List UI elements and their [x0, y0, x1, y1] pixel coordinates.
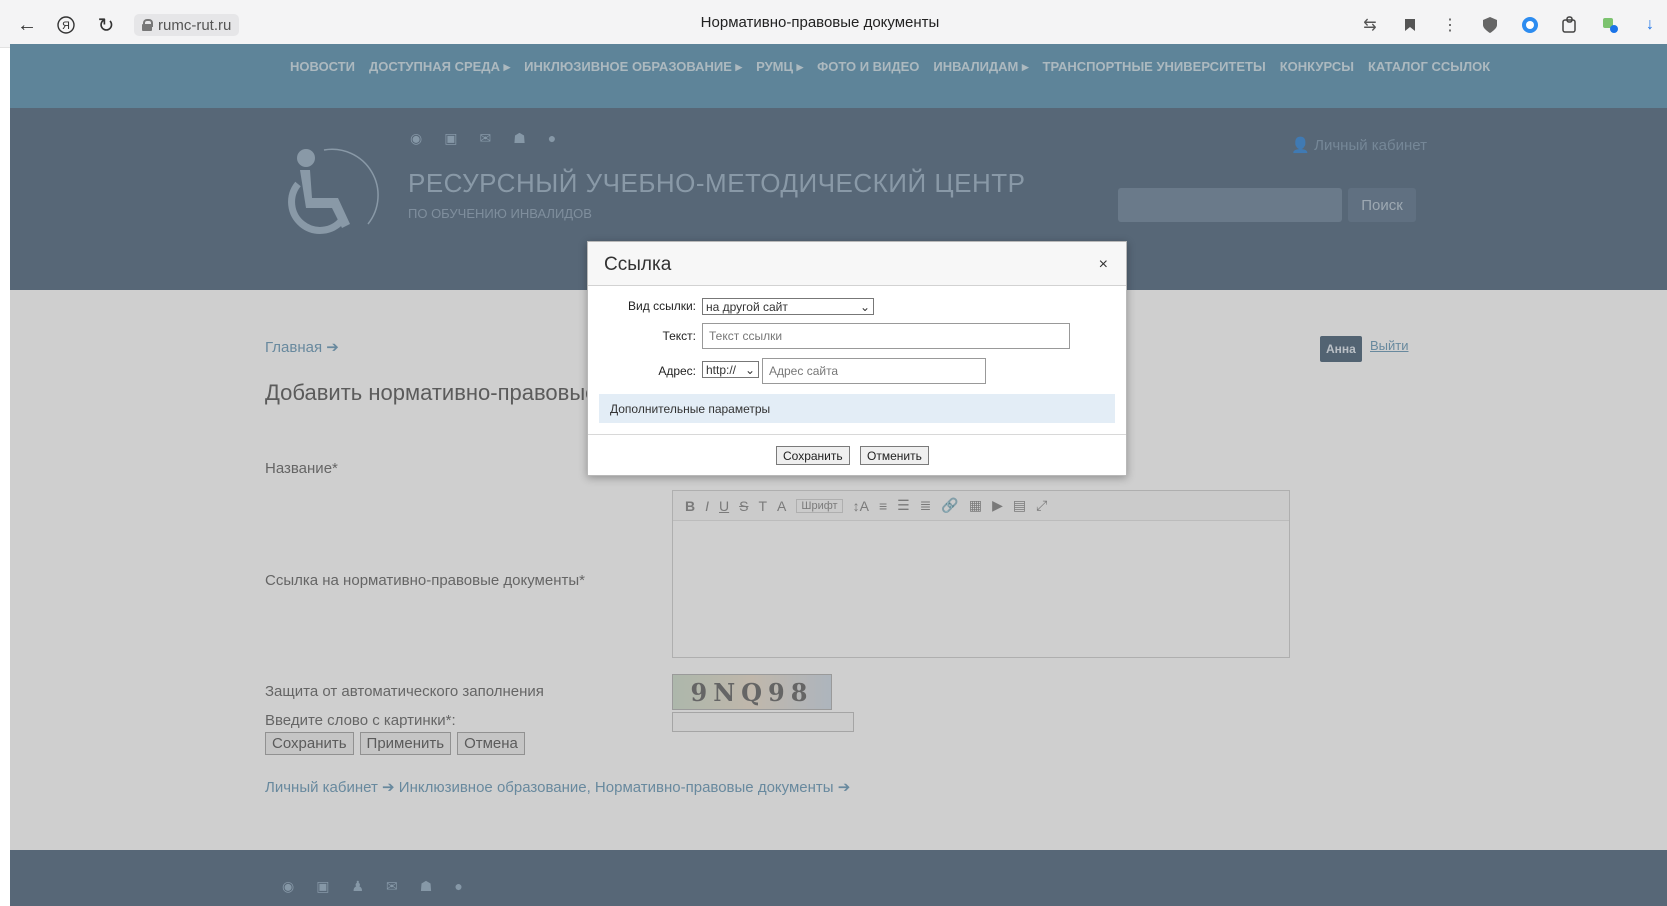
download-icon[interactable]: ↓ [1639, 14, 1661, 36]
shield-extension-icon[interactable] [1479, 14, 1501, 36]
dialog-title: Ссылка [604, 254, 672, 275]
lock-icon [142, 19, 153, 31]
protocol-select[interactable]: http:// ⌄ [702, 361, 759, 378]
svg-text:Я: Я [62, 20, 70, 32]
more-menu-icon[interactable]: ⋮ [1439, 14, 1461, 36]
address-label: Адрес: [658, 364, 696, 378]
address-input[interactable]: Адрес сайта [762, 358, 986, 384]
chevron-down-icon: ⌄ [744, 362, 755, 377]
reload-icon[interactable]: ↻ [93, 12, 119, 38]
extensions-puzzle-icon[interactable] [1559, 14, 1581, 36]
dialog-cancel-button[interactable]: Отменить [860, 446, 929, 465]
address-bar[interactable]: rumc-rut.ru [134, 14, 240, 36]
browser-toolbar: ← Я ↻ rumc-rut.ru Нормативно-правовые до… [0, 0, 1667, 48]
close-icon[interactable]: × [1099, 256, 1108, 274]
dialog-save-button[interactable]: Сохранить [776, 446, 850, 465]
extension-green-icon[interactable] [1599, 14, 1621, 36]
back-icon[interactable]: ← [14, 12, 40, 38]
link-type-select[interactable]: на другой сайт ⌄ [702, 298, 874, 315]
extension-blue-icon[interactable] [1519, 14, 1541, 36]
chevron-down-icon: ⌄ [859, 299, 870, 314]
page-tab-title: Нормативно-правовые документы [700, 14, 940, 31]
page: НОВОСТИ ДОСТУПНАЯ СРЕДА ▸ ИНКЛЮЗИВНОЕ ОБ… [10, 44, 1667, 906]
link-dialog: Ссылка × Вид ссылки: на другой сайт ⌄ Те… [587, 241, 1127, 476]
link-text-label: Текст: [662, 329, 696, 343]
bookmark-icon[interactable] [1399, 14, 1421, 36]
url-text: rumc-rut.ru [158, 16, 232, 34]
advanced-options-toggle[interactable]: Дополнительные параметры [599, 394, 1115, 423]
dialog-divider [588, 434, 1126, 435]
yandex-icon[interactable]: Я [53, 12, 79, 38]
link-type-label: Вид ссылки: [628, 299, 696, 313]
link-text-input[interactable]: Текст ссылки [702, 323, 1070, 349]
translate-icon[interactable]: ⇆ [1359, 14, 1381, 36]
